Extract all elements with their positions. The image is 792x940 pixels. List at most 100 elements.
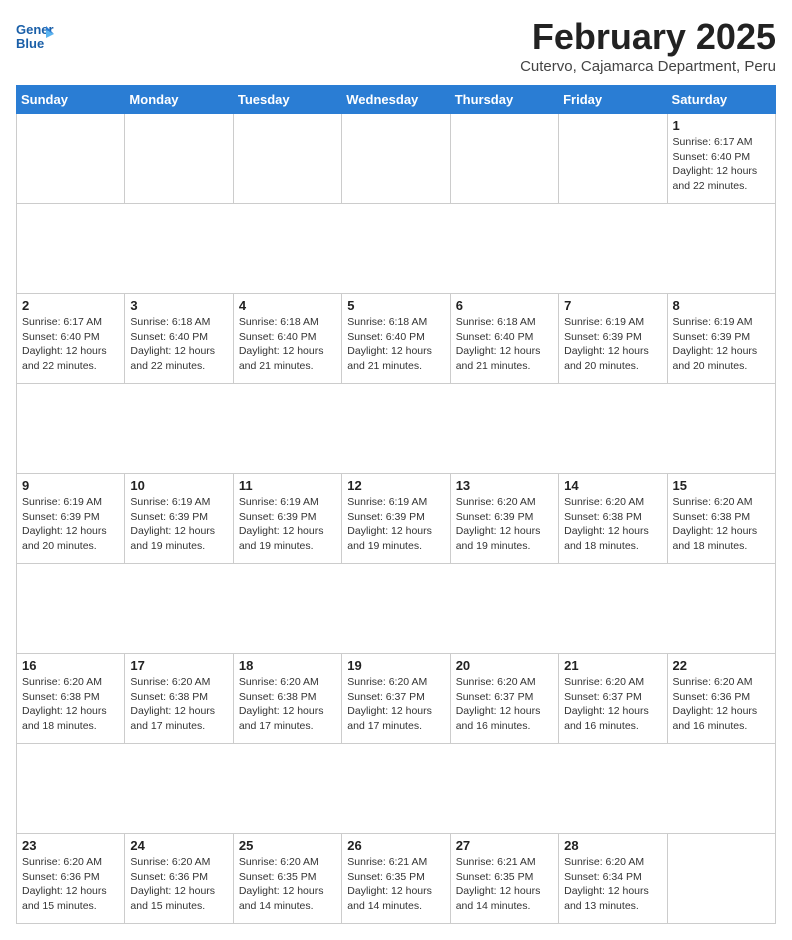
week-spacer (17, 204, 776, 294)
calendar-cell: 25 Sunrise: 6:20 AMSunset: 6:35 PMDayligh… (233, 834, 341, 924)
day-number: 6 (456, 298, 553, 313)
day-info: Sunrise: 6:18 AMSunset: 6:40 PMDaylight:… (456, 315, 553, 374)
day-info: Sunrise: 6:20 AMSunset: 6:36 PMDaylight:… (22, 855, 119, 914)
sub-title: Cutervo, Cajamarca Department, Peru (520, 58, 776, 75)
weekday-header-friday: Friday (559, 86, 667, 114)
day-number: 9 (22, 478, 119, 493)
day-info: Sunrise: 6:19 AMSunset: 6:39 PMDaylight:… (673, 315, 770, 374)
day-info: Sunrise: 6:21 AMSunset: 6:35 PMDaylight:… (347, 855, 444, 914)
svg-text:Blue: Blue (16, 36, 44, 51)
day-number: 5 (347, 298, 444, 313)
day-number: 24 (130, 838, 227, 853)
day-info: Sunrise: 6:17 AMSunset: 6:40 PMDaylight:… (22, 315, 119, 374)
day-info: Sunrise: 6:19 AMSunset: 6:39 PMDaylight:… (347, 495, 444, 554)
day-info: Sunrise: 6:20 AMSunset: 6:37 PMDaylight:… (347, 675, 444, 734)
day-number: 18 (239, 658, 336, 673)
calendar-cell: 4 Sunrise: 6:18 AMSunset: 6:40 PMDaylight… (233, 294, 341, 384)
calendar-cell: 11 Sunrise: 6:19 AMSunset: 6:39 PMDayligh… (233, 474, 341, 564)
calendar-cell: 5 Sunrise: 6:18 AMSunset: 6:40 PMDaylight… (342, 294, 450, 384)
calendar-cell: 9 Sunrise: 6:19 AMSunset: 6:39 PMDaylight… (17, 474, 125, 564)
calendar-cell: 21 Sunrise: 6:20 AMSunset: 6:37 PMDayligh… (559, 654, 667, 744)
calendar-cell: 27 Sunrise: 6:21 AMSunset: 6:35 PMDayligh… (450, 834, 558, 924)
day-number: 22 (673, 658, 770, 673)
calendar-cell: 22 Sunrise: 6:20 AMSunset: 6:36 PMDayligh… (667, 654, 775, 744)
day-number: 17 (130, 658, 227, 673)
day-number: 11 (239, 478, 336, 493)
calendar-cell: 2 Sunrise: 6:17 AMSunset: 6:40 PMDaylight… (17, 294, 125, 384)
day-info: Sunrise: 6:20 AMSunset: 6:38 PMDaylight:… (130, 675, 227, 734)
calendar-week-1: 1 Sunrise: 6:17 AMSunset: 6:40 PMDaylight… (17, 114, 776, 204)
logo-icon: General Blue (16, 16, 52, 52)
calendar-cell: 23 Sunrise: 6:20 AMSunset: 6:36 PMDayligh… (17, 834, 125, 924)
day-number: 10 (130, 478, 227, 493)
weekday-header-wednesday: Wednesday (342, 86, 450, 114)
calendar-week-2: 2 Sunrise: 6:17 AMSunset: 6:40 PMDaylight… (17, 294, 776, 384)
day-number: 23 (22, 838, 119, 853)
calendar-week-4: 16Sunrise: 6:20 AMSunset: 6:38 PMDayligh… (17, 654, 776, 744)
day-number: 15 (673, 478, 770, 493)
day-info: Sunrise: 6:20 AMSunset: 6:37 PMDaylight:… (456, 675, 553, 734)
day-number: 12 (347, 478, 444, 493)
calendar-cell: 20 Sunrise: 6:20 AMSunset: 6:37 PMDayligh… (450, 654, 558, 744)
calendar-cell: 15Sunrise: 6:20 AMSunset: 6:38 PMDayligh… (667, 474, 775, 564)
day-info: Sunrise: 6:20 AMSunset: 6:36 PMDaylight:… (130, 855, 227, 914)
calendar-cell: 19Sunrise: 6:20 AMSunset: 6:37 PMDayligh… (342, 654, 450, 744)
calendar-cell: 26 Sunrise: 6:21 AMSunset: 6:35 PMDayligh… (342, 834, 450, 924)
calendar-cell: 14 Sunrise: 6:20 AMSunset: 6:38 PMDayligh… (559, 474, 667, 564)
week-spacer (17, 564, 776, 654)
logo: General Blue (16, 16, 56, 52)
weekday-header-thursday: Thursday (450, 86, 558, 114)
calendar-cell: 13 Sunrise: 6:20 AMSunset: 6:39 PMDayligh… (450, 474, 558, 564)
title-block: February 2025 Cutervo, Cajamarca Departm… (520, 16, 776, 75)
calendar-cell: 10 Sunrise: 6:19 AMSunset: 6:39 PMDayligh… (125, 474, 233, 564)
day-info: Sunrise: 6:20 AMSunset: 6:37 PMDaylight:… (564, 675, 661, 734)
day-info: Sunrise: 6:19 AMSunset: 6:39 PMDaylight:… (130, 495, 227, 554)
calendar-cell (17, 114, 125, 204)
calendar-cell (667, 834, 775, 924)
day-number: 14 (564, 478, 661, 493)
calendar-cell: 28Sunrise: 6:20 AMSunset: 6:34 PMDayligh… (559, 834, 667, 924)
calendar-cell (233, 114, 341, 204)
calendar-cell: 3 Sunrise: 6:18 AMSunset: 6:40 PMDaylight… (125, 294, 233, 384)
day-number: 27 (456, 838, 553, 853)
day-number: 26 (347, 838, 444, 853)
day-info: Sunrise: 6:18 AMSunset: 6:40 PMDaylight:… (130, 315, 227, 374)
day-number: 13 (456, 478, 553, 493)
calendar-cell: 16Sunrise: 6:20 AMSunset: 6:38 PMDayligh… (17, 654, 125, 744)
day-info: Sunrise: 6:18 AMSunset: 6:40 PMDaylight:… (239, 315, 336, 374)
day-info: Sunrise: 6:20 AMSunset: 6:36 PMDaylight:… (673, 675, 770, 734)
weekday-header-monday: Monday (125, 86, 233, 114)
day-info: Sunrise: 6:20 AMSunset: 6:38 PMDaylight:… (22, 675, 119, 734)
day-info: Sunrise: 6:20 AMSunset: 6:38 PMDaylight:… (564, 495, 661, 554)
calendar-cell: 7Sunrise: 6:19 AMSunset: 6:39 PMDaylight… (559, 294, 667, 384)
day-info: Sunrise: 6:19 AMSunset: 6:39 PMDaylight:… (22, 495, 119, 554)
day-info: Sunrise: 6:18 AMSunset: 6:40 PMDaylight:… (347, 315, 444, 374)
calendar-cell: 24 Sunrise: 6:20 AMSunset: 6:36 PMDayligh… (125, 834, 233, 924)
day-number: 3 (130, 298, 227, 313)
weekday-header-tuesday: Tuesday (233, 86, 341, 114)
day-info: Sunrise: 6:20 AMSunset: 6:38 PMDaylight:… (239, 675, 336, 734)
week-spacer (17, 744, 776, 834)
weekday-header-sunday: Sunday (17, 86, 125, 114)
day-info: Sunrise: 6:21 AMSunset: 6:35 PMDaylight:… (456, 855, 553, 914)
day-info: Sunrise: 6:17 AMSunset: 6:40 PMDaylight:… (673, 135, 770, 194)
calendar: SundayMondayTuesdayWednesdayThursdayFrid… (16, 85, 776, 924)
calendar-cell: 1 Sunrise: 6:17 AMSunset: 6:40 PMDaylight… (667, 114, 775, 204)
calendar-cell: 8Sunrise: 6:19 AMSunset: 6:39 PMDaylight… (667, 294, 775, 384)
day-number: 28 (564, 838, 661, 853)
day-info: Sunrise: 6:20 AMSunset: 6:35 PMDaylight:… (239, 855, 336, 914)
day-number: 4 (239, 298, 336, 313)
calendar-cell: 18 Sunrise: 6:20 AMSunset: 6:38 PMDayligh… (233, 654, 341, 744)
calendar-cell: 6 Sunrise: 6:18 AMSunset: 6:40 PMDaylight… (450, 294, 558, 384)
day-number: 1 (673, 118, 770, 133)
calendar-cell (125, 114, 233, 204)
calendar-cell (342, 114, 450, 204)
day-info: Sunrise: 6:20 AMSunset: 6:39 PMDaylight:… (456, 495, 553, 554)
day-info: Sunrise: 6:19 AMSunset: 6:39 PMDaylight:… (239, 495, 336, 554)
calendar-week-3: 9 Sunrise: 6:19 AMSunset: 6:39 PMDaylight… (17, 474, 776, 564)
day-number: 2 (22, 298, 119, 313)
day-number: 20 (456, 658, 553, 673)
weekday-header-saturday: Saturday (667, 86, 775, 114)
day-number: 21 (564, 658, 661, 673)
day-number: 25 (239, 838, 336, 853)
